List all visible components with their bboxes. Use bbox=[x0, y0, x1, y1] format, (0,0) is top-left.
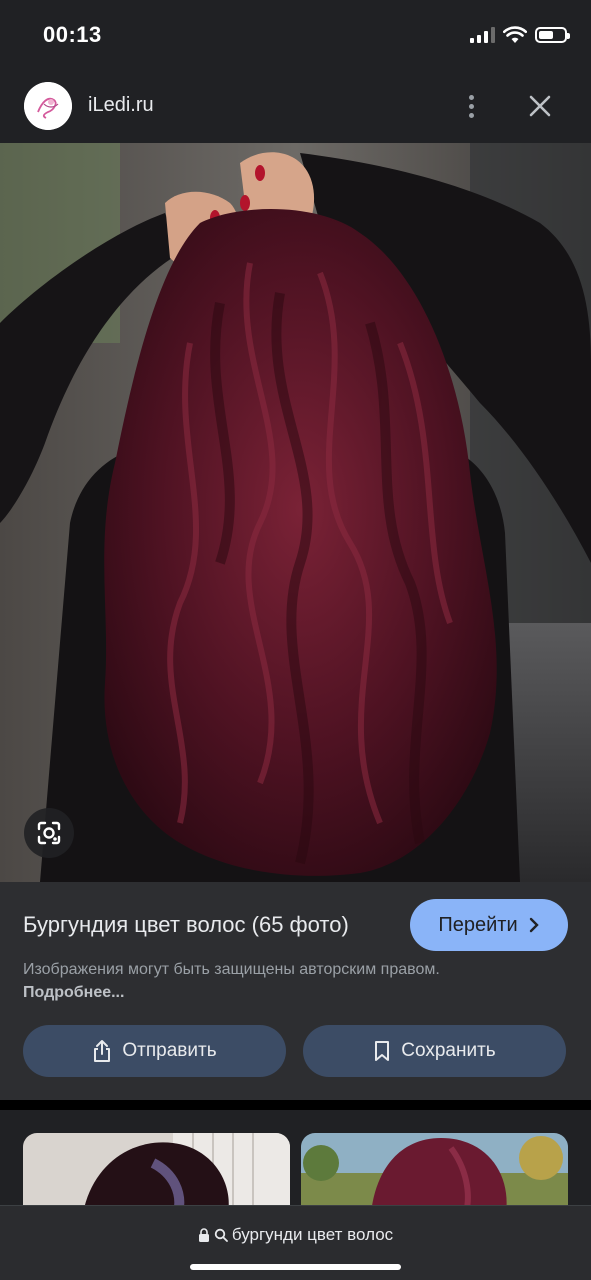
lock-icon bbox=[198, 1228, 209, 1242]
battery-icon bbox=[535, 27, 570, 43]
status-bar: 00:13 bbox=[0, 0, 591, 70]
site-name[interactable]: iLedi.ru bbox=[88, 94, 154, 117]
status-time: 00:13 bbox=[43, 22, 102, 47]
close-icon[interactable] bbox=[524, 90, 556, 122]
share-label: Отправить bbox=[122, 1040, 217, 1061]
save-label: Сохранить bbox=[401, 1040, 496, 1061]
learn-more-link[interactable]: Подробнее... bbox=[23, 984, 124, 1001]
visit-button[interactable]: Перейти bbox=[410, 899, 568, 951]
battery-level bbox=[539, 31, 553, 39]
cellular-signal-icon bbox=[470, 27, 495, 43]
home-indicator[interactable] bbox=[190, 1264, 401, 1270]
wifi-icon bbox=[503, 26, 527, 43]
status-icons bbox=[470, 26, 570, 44]
related-image-photo bbox=[301, 1133, 568, 1213]
related-image[interactable] bbox=[301, 1133, 568, 1213]
url-text: бургунди цвет волос bbox=[231, 1225, 394, 1244]
section-divider bbox=[0, 1100, 591, 1110]
save-button[interactable]: Сохранить bbox=[303, 1025, 566, 1077]
site-logo[interactable] bbox=[24, 82, 72, 130]
visit-label: Перейти bbox=[438, 913, 518, 936]
more-vert-icon[interactable] bbox=[456, 88, 486, 124]
related-image-photo bbox=[23, 1133, 290, 1213]
related-images bbox=[0, 1110, 591, 1213]
browser-url-bar[interactable]: бургунди цвет волос bbox=[0, 1205, 591, 1280]
hair-photo bbox=[0, 143, 591, 882]
image-viewer-header: iLedi.ru bbox=[0, 70, 591, 142]
chevron-right-icon bbox=[529, 917, 539, 933]
share-icon bbox=[94, 1040, 111, 1062]
url-display[interactable]: бургунди цвет волос bbox=[0, 1225, 591, 1245]
image-info-panel: Бургундия цвет волос (65 фото) Перейти И… bbox=[0, 882, 591, 1100]
copyright-text: Изображения могут быть защищены авторски… bbox=[23, 961, 440, 978]
site-logo-mark bbox=[24, 82, 72, 130]
bookmark-icon bbox=[375, 1041, 390, 1061]
share-button[interactable]: Отправить bbox=[23, 1025, 286, 1077]
search-icon bbox=[214, 1228, 228, 1242]
related-image[interactable] bbox=[23, 1133, 290, 1213]
lens-icon bbox=[37, 821, 61, 845]
main-image[interactable] bbox=[0, 143, 591, 882]
copyright-notice: Изображения могут быть защищены авторски… bbox=[23, 958, 443, 1004]
image-title[interactable]: Бургундия цвет волос (65 фото) bbox=[23, 912, 349, 938]
lens-search-button[interactable] bbox=[24, 808, 74, 858]
